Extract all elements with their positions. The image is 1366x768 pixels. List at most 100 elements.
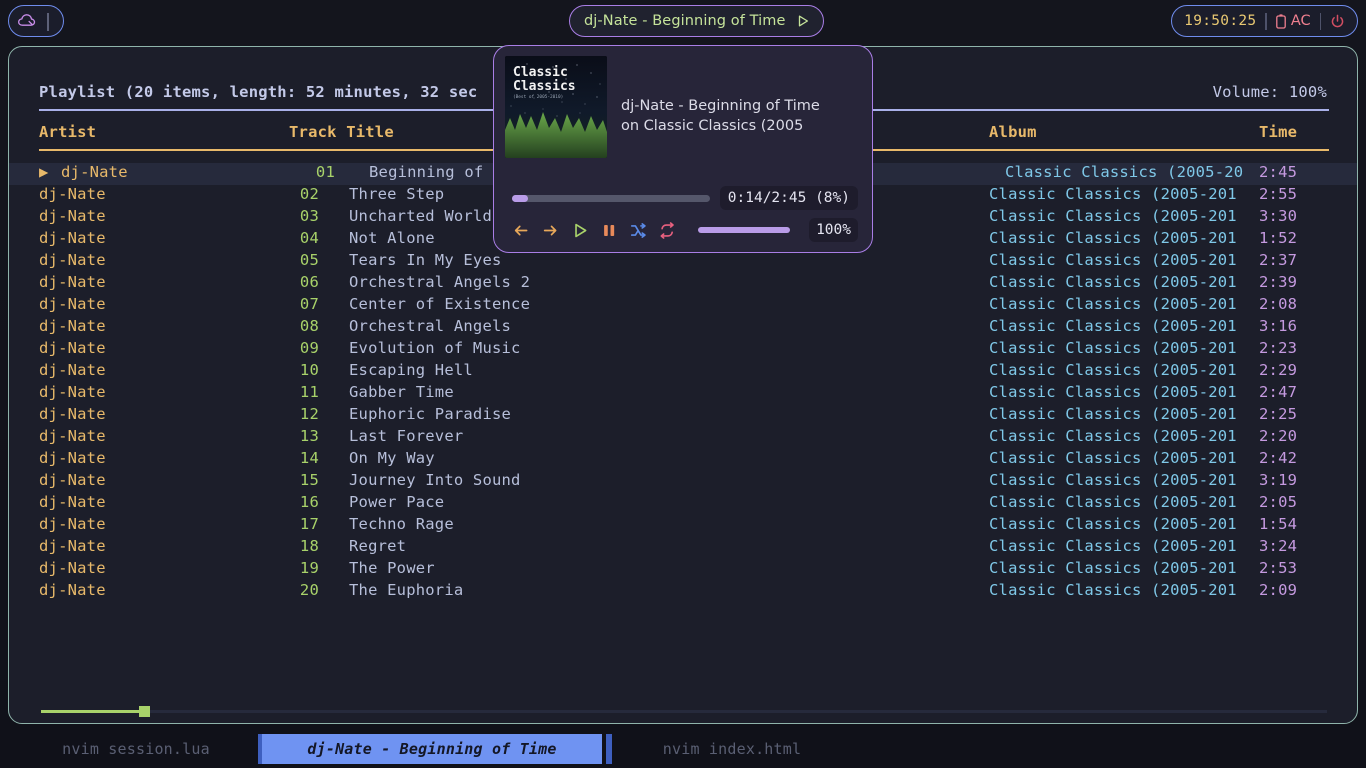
row-cell-track-title: The Power bbox=[349, 559, 435, 577]
svg-text:Classic: Classic bbox=[513, 65, 568, 80]
taskbar: nvim session.lua dj-Nate - Beginning of T… bbox=[0, 730, 1366, 768]
row-cell-time: 1:54 bbox=[1259, 515, 1298, 533]
row-cell-album: Classic Classics (2005-201 bbox=[989, 273, 1237, 291]
popup-progress-track[interactable] bbox=[512, 194, 710, 202]
next-icon[interactable] bbox=[541, 221, 559, 240]
row-cell-album: Classic Classics (2005-201 bbox=[989, 295, 1237, 313]
row-cell-artist: dj-Nate bbox=[39, 449, 106, 467]
volume-readout: Volume: 100% bbox=[1212, 83, 1327, 101]
row-cell-time: 2:29 bbox=[1259, 361, 1298, 379]
table-row[interactable]: dj-Nate 05 Tears In My Eyes Classic Classic… bbox=[9, 251, 1357, 273]
row-cell-track-title: Power Pace bbox=[349, 493, 445, 511]
row-cell-album: Classic Classics (2005-201 bbox=[989, 449, 1237, 467]
clock: 19:50:25 bbox=[1184, 13, 1257, 29]
table-row[interactable]: dj-Nate 09 Evolution of Music Classic Class… bbox=[9, 339, 1357, 361]
table-row[interactable]: dj-Nate 14 On My Way Classic Classics (2005… bbox=[9, 449, 1357, 471]
album-art-image: Classic Classics (Best of 2005-2010) bbox=[505, 56, 607, 158]
seek-bar-track[interactable] bbox=[41, 706, 1327, 717]
row-cell-track-number: 10 bbox=[299, 361, 319, 379]
row-cell-track-number: 16 bbox=[299, 493, 319, 511]
row-cell-artist: dj-Nate bbox=[39, 251, 106, 269]
column-header-time[interactable]: Time bbox=[1259, 123, 1297, 141]
row-cell-album: Classic Classics (2005-201 bbox=[989, 185, 1237, 203]
row-cell-track-title: Gabber Time bbox=[349, 383, 454, 401]
table-row[interactable]: dj-Nate 06 Orchestral Angels 2 Classic Clas… bbox=[9, 273, 1357, 295]
column-header-artist[interactable]: Artist bbox=[39, 123, 96, 141]
power-source-label: AC bbox=[1290, 13, 1311, 29]
row-cell-track-title: The Euphoria bbox=[349, 581, 464, 599]
column-header-album[interactable]: Album bbox=[989, 123, 1037, 141]
table-row[interactable]: dj-Nate 19 The Power Classic Classics (2005… bbox=[9, 559, 1357, 581]
row-cell-track-title: Escaping Hell bbox=[349, 361, 473, 379]
now-playing-tab[interactable]: dj-Nate - Beginning of Time bbox=[569, 5, 824, 37]
taskbar-item[interactable]: nvim session.lua bbox=[20, 734, 252, 764]
row-cell-track-title: Techno Rage bbox=[349, 515, 454, 533]
row-cell-artist: dj-Nate bbox=[61, 163, 128, 181]
table-row[interactable]: dj-Nate 15 Journey Into Sound Classic Class… bbox=[9, 471, 1357, 493]
play-triangle-icon[interactable] bbox=[796, 14, 810, 28]
row-cell-track-number: 13 bbox=[299, 427, 319, 445]
table-row[interactable]: dj-Nate 13 Last Forever Classic Classics (2… bbox=[9, 427, 1357, 449]
row-cell-time: 1:52 bbox=[1259, 229, 1298, 247]
row-cell-time: 3:30 bbox=[1259, 207, 1298, 225]
table-row[interactable]: dj-Nate 20 The Euphoria Classic Classics (2… bbox=[9, 581, 1357, 603]
row-cell-time: 2:09 bbox=[1259, 581, 1298, 599]
popup-track-line-1: dj-Nate - Beginning of Time bbox=[621, 98, 820, 114]
row-cell-time: 3:19 bbox=[1259, 471, 1298, 489]
column-header-track-title[interactable]: Track Title bbox=[289, 123, 394, 141]
tray-divider-2 bbox=[1319, 12, 1321, 30]
row-cell-track-number: 04 bbox=[299, 229, 319, 247]
row-cell-track-number: 17 bbox=[299, 515, 319, 533]
popup-volume-slider[interactable] bbox=[697, 227, 791, 233]
row-cell-artist: dj-Nate bbox=[39, 559, 106, 577]
shuffle-icon[interactable] bbox=[629, 221, 647, 240]
system-tray: 19:50:25 AC bbox=[1171, 5, 1358, 37]
svg-text:Classics: Classics bbox=[513, 79, 576, 94]
row-cell-album: Classic Classics (2005-201 bbox=[989, 559, 1237, 577]
row-cell-track-number: 03 bbox=[299, 207, 319, 225]
previous-icon[interactable] bbox=[512, 221, 530, 240]
row-cell-artist: dj-Nate bbox=[39, 229, 106, 247]
row-cell-track-title: Journey Into Sound bbox=[349, 471, 521, 489]
row-cell-album: Classic Classics (2005-201 bbox=[989, 229, 1237, 247]
svg-text:(Best of 2005-2010): (Best of 2005-2010) bbox=[513, 94, 563, 100]
table-row[interactable]: dj-Nate 10 Escaping Hell Classic Classics (… bbox=[9, 361, 1357, 383]
row-cell-track-title: Center of Existence bbox=[349, 295, 531, 313]
row-cell-time: 2:08 bbox=[1259, 295, 1298, 313]
row-cell-artist: dj-Nate bbox=[39, 493, 106, 511]
table-row[interactable]: dj-Nate 07 Center of Existence Classic Clas… bbox=[9, 295, 1357, 317]
row-cell-track-number: 05 bbox=[299, 251, 319, 269]
table-row[interactable]: dj-Nate 18 Regret Classic Classics (2005-20… bbox=[9, 537, 1357, 559]
table-row[interactable]: dj-Nate 17 Techno Rage Classic Classics (20… bbox=[9, 515, 1357, 537]
table-row[interactable]: dj-Nate 11 Gabber Time Classic Classics (20… bbox=[9, 383, 1357, 405]
row-cell-time: 2:42 bbox=[1259, 449, 1298, 467]
pause-icon[interactable] bbox=[600, 221, 618, 240]
battery-status[interactable]: AC bbox=[1275, 13, 1311, 29]
taskbar-item[interactable]: nvim index.html bbox=[612, 734, 852, 764]
row-cell-time: 2:47 bbox=[1259, 383, 1298, 401]
row-cell-album: Classic Classics (2005-201 bbox=[989, 537, 1237, 555]
row-cell-album: Classic Classics (2005-201 bbox=[989, 581, 1237, 599]
play-icon[interactable] bbox=[571, 221, 589, 240]
seek-bar-knob[interactable] bbox=[138, 706, 150, 717]
now-playing-tab-label: dj-Nate - Beginning of Time bbox=[584, 13, 786, 29]
table-row[interactable]: dj-Nate 16 Power Pace Classic Classics (200… bbox=[9, 493, 1357, 515]
row-cell-time: 2:53 bbox=[1259, 559, 1298, 577]
popup-progress-label: 0:14/2:45 (8%) bbox=[719, 186, 858, 210]
row-cell-track-title: Three Step bbox=[349, 185, 445, 203]
taskbar-item[interactable]: dj-Nate - Beginning of Time bbox=[262, 734, 602, 764]
table-row[interactable]: dj-Nate 12 Euphoric Paradise Classic Classi… bbox=[9, 405, 1357, 427]
now-playing-popup[interactable]: Classic Classics (Best of 2005-2010) dj-… bbox=[493, 45, 873, 253]
row-cell-album: Classic Classics (2005-201 bbox=[989, 339, 1237, 357]
launcher-button[interactable] bbox=[8, 5, 64, 37]
row-cell-album: Classic Classics (2005-201 bbox=[989, 471, 1237, 489]
power-icon[interactable] bbox=[1330, 14, 1345, 29]
table-row[interactable]: dj-Nate 08 Orchestral Angels Classic Classi… bbox=[9, 317, 1357, 339]
row-cell-album: Classic Classics (2005-201 bbox=[989, 383, 1237, 401]
tray-divider-1 bbox=[1265, 12, 1267, 30]
row-cell-track-title: Beginning of bbox=[369, 163, 484, 181]
row-cell-time: 2:37 bbox=[1259, 251, 1298, 269]
row-cell-artist: dj-Nate bbox=[39, 383, 106, 401]
repeat-icon[interactable] bbox=[658, 221, 676, 240]
row-cell-time: 2:23 bbox=[1259, 339, 1298, 357]
